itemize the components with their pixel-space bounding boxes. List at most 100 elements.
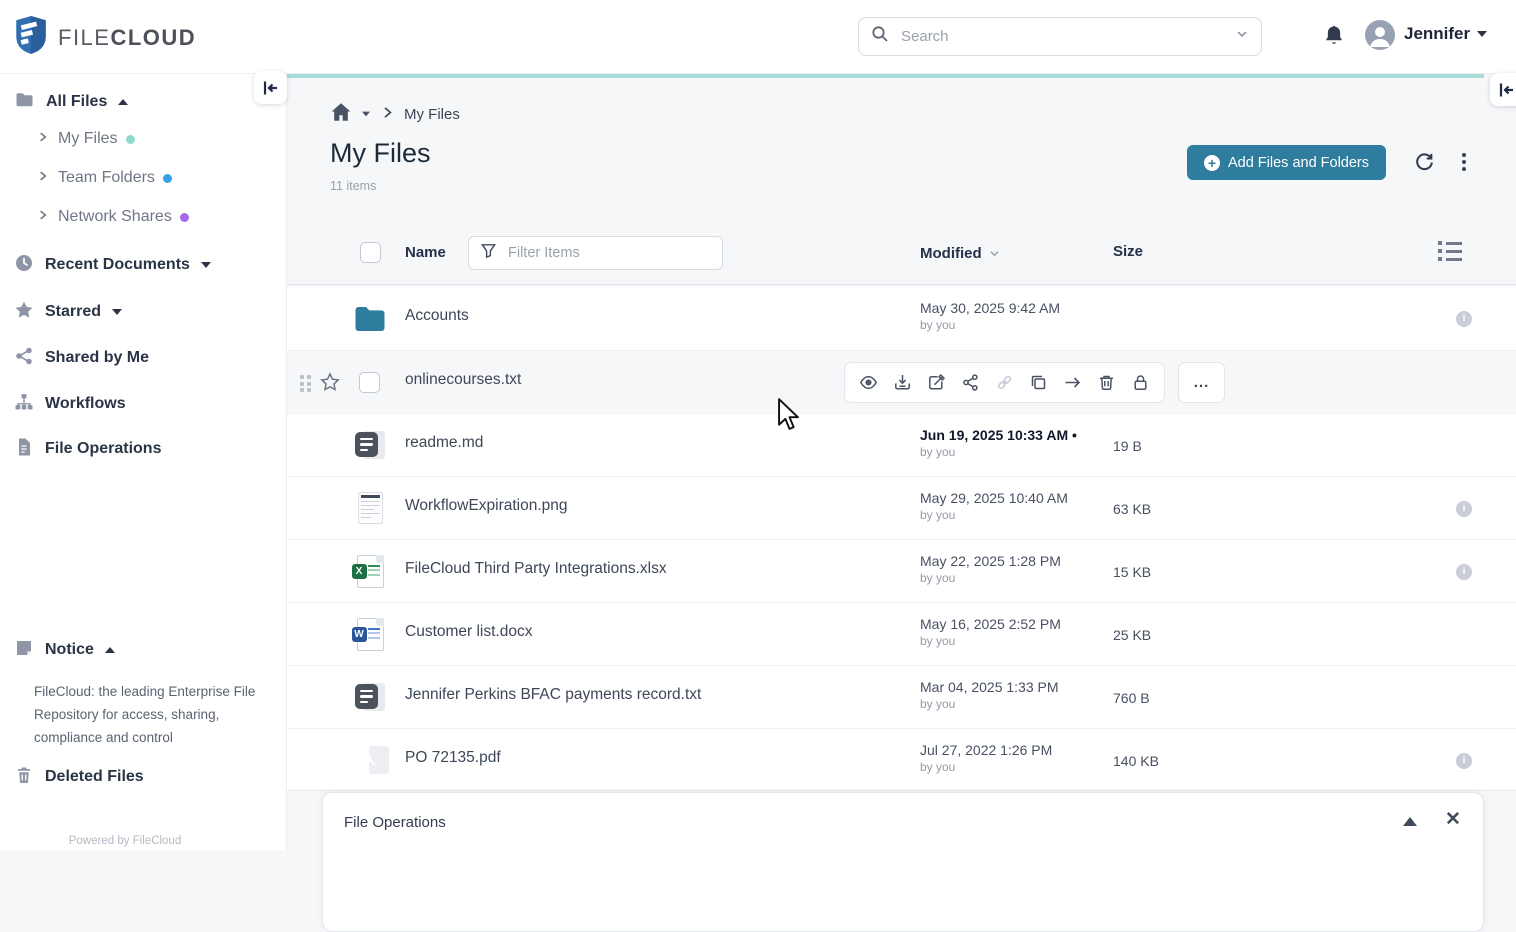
sidebar-item-my-files[interactable]: My Files <box>0 126 287 152</box>
close-icon[interactable]: ✕ <box>1439 807 1467 832</box>
table-row[interactable]: readme.md Jun 19, 2025 10:33 AM • by you… <box>287 413 1516 476</box>
file-name[interactable]: Customer list.docx <box>405 623 532 641</box>
sidebar-item-label: All Files <box>46 93 108 110</box>
collapse-sidebar-button[interactable] <box>254 71 287 104</box>
folder-icon <box>14 90 35 115</box>
home-icon[interactable] <box>330 102 352 126</box>
text-file-icon <box>353 428 387 462</box>
sidebar-item-recent-documents[interactable]: Recent Documents <box>0 252 287 278</box>
refresh-button[interactable] <box>1414 152 1435 176</box>
sidebar-item-shared-by-me[interactable]: Shared by Me <box>0 345 287 371</box>
breadcrumb-separator-icon <box>380 105 395 124</box>
star-icon <box>14 300 34 325</box>
download-icon[interactable] <box>891 371 914 394</box>
sidebar-item-network-shares[interactable]: Network Shares <box>0 204 287 230</box>
table-row[interactable]: PO 72135.pdf Jul 27, 2022 1:26 PM by you… <box>287 728 1516 791</box>
file-name[interactable]: Jennifer Perkins BFAC payments record.tx… <box>405 686 701 704</box>
file-name[interactable]: Accounts <box>405 307 469 325</box>
table-row[interactable]: W Customer list.docx May 16, 2025 2:52 P… <box>287 602 1516 665</box>
file-name[interactable]: PO 72135.pdf <box>405 749 501 767</box>
edit-icon[interactable] <box>925 371 948 394</box>
filter-items-input[interactable] <box>506 244 711 262</box>
filecloud-logo: FILECLOUD <box>14 15 196 60</box>
sidebar-item-team-folders[interactable]: Team Folders <box>0 165 287 191</box>
file-size: 140 KB <box>1113 753 1159 769</box>
user-menu[interactable]: Jennifer <box>1404 24 1488 44</box>
sidebar-item-deleted-files[interactable]: Deleted Files <box>0 764 287 790</box>
powered-by-label: Powered by FileCloud <box>68 835 182 847</box>
expand-panel-caret-icon[interactable] <box>1403 817 1417 826</box>
add-files-and-folders-button[interactable]: + Add Files and Folders <box>1187 145 1386 180</box>
sidebar-item-starred[interactable]: Starred <box>0 299 287 325</box>
file-size: 760 B <box>1113 690 1150 706</box>
collapse-panel-button[interactable] <box>1490 73 1516 106</box>
modified-date: Mar 04, 2025 1:33 PM <box>920 679 1059 695</box>
link-icon[interactable] <box>993 371 1016 394</box>
vertical-dots-icon <box>1462 153 1466 171</box>
file-size: 15 KB <box>1113 564 1152 580</box>
star-outline-icon[interactable] <box>320 372 340 397</box>
drag-handle-icon[interactable] <box>300 375 311 392</box>
sidebar-item-label: My Files <box>58 130 118 147</box>
sidebar-item-label: Recent Documents <box>45 256 190 273</box>
modified-by: by you <box>920 571 956 585</box>
breadcrumb-current[interactable]: My Files <box>404 106 460 123</box>
preview-eye-icon[interactable] <box>857 371 880 394</box>
search-input[interactable] <box>899 27 1225 46</box>
collapse-caret-icon <box>104 647 115 653</box>
notice-text: FileCloud: the leading Enterprise File R… <box>34 684 256 745</box>
modified-date: May 30, 2025 9:42 AM <box>920 300 1061 316</box>
row-checkbox[interactable] <box>359 372 380 393</box>
modified-by: by you <box>920 318 956 332</box>
sidebar-item-notice[interactable]: Notice <box>0 637 287 663</box>
copy-icon[interactable] <box>1027 371 1050 394</box>
info-icon[interactable]: i <box>1456 501 1472 517</box>
table-row[interactable]: Jennifer Perkins BFAC payments record.tx… <box>287 665 1516 728</box>
lock-icon[interactable] <box>1129 371 1152 394</box>
sidebar-item-label: Network Shares <box>58 208 172 225</box>
table-row[interactable]: WorkflowExpiration.png May 29, 2025 10:4… <box>287 476 1516 539</box>
folder-icon <box>353 302 387 336</box>
row-more-actions-button[interactable]: ... <box>1178 362 1225 403</box>
modified-column-header[interactable]: Modified <box>920 245 1001 262</box>
collapse-caret-icon <box>118 99 129 105</box>
chevron-right-icon <box>36 130 50 149</box>
breadcrumb-dropdown-icon[interactable] <box>362 111 370 117</box>
breadcrumb: My Files <box>330 102 460 126</box>
file-size: 25 KB <box>1113 627 1152 643</box>
select-all-checkbox[interactable] <box>360 242 381 263</box>
share-icon[interactable] <box>959 371 982 394</box>
sidebar-item-all-files[interactable]: All Files <box>0 89 287 115</box>
text-file-icon <box>353 680 387 714</box>
file-name[interactable]: onlinecourses.txt <box>405 371 521 389</box>
file-name[interactable]: FileCloud Third Party Integrations.xlsx <box>405 560 667 578</box>
size-column-header[interactable]: Size <box>1113 243 1143 260</box>
user-avatar[interactable] <box>1365 20 1395 50</box>
name-column-header[interactable]: Name <box>405 244 446 261</box>
search-icon <box>871 25 889 48</box>
file-name[interactable]: WorkflowExpiration.png <box>405 497 568 515</box>
sidebar-item-label: Team Folders <box>58 169 155 186</box>
table-row-hovered[interactable]: onlinecourses.txt ... <box>287 350 1516 413</box>
sidebar-item-file-operations[interactable]: File Operations <box>0 436 287 462</box>
file-name[interactable]: readme.md <box>405 434 483 452</box>
table-row[interactable]: Accounts May 30, 2025 9:42 AM by you i <box>287 287 1516 350</box>
list-view-toggle-icon[interactable] <box>1438 241 1462 261</box>
modified-by: by you <box>920 445 956 459</box>
more-options-button[interactable] <box>1462 153 1466 171</box>
modified-by: by you <box>920 634 956 648</box>
info-icon[interactable]: i <box>1456 311 1472 327</box>
table-header-divider <box>287 284 1516 285</box>
notifications-bell-icon[interactable] <box>1322 24 1346 50</box>
delete-trash-icon[interactable] <box>1095 371 1118 394</box>
info-icon[interactable]: i <box>1456 564 1472 580</box>
word-file-icon: W <box>351 617 387 651</box>
filecloud-shield-icon <box>14 15 48 60</box>
sidebar-item-workflows[interactable]: Workflows <box>0 391 287 417</box>
modified-by: by you <box>920 697 956 711</box>
search-scope-chevron-icon[interactable] <box>1235 27 1249 46</box>
move-arrow-icon[interactable] <box>1061 371 1084 394</box>
recent-change-dot: • <box>1072 427 1077 443</box>
info-icon[interactable]: i <box>1456 753 1472 769</box>
table-row[interactable]: X FileCloud Third Party Integrations.xls… <box>287 539 1516 602</box>
